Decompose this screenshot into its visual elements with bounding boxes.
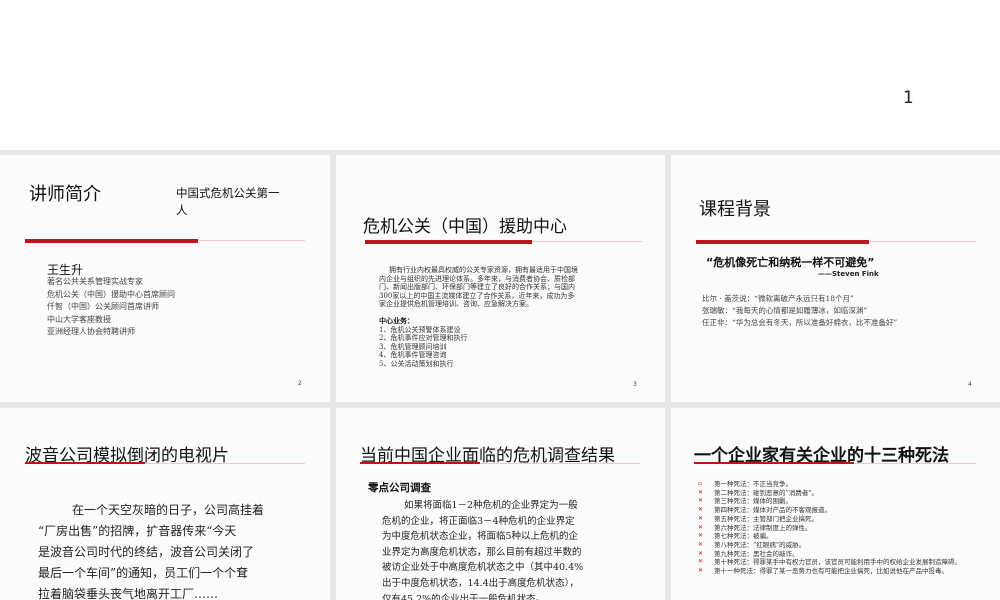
square-bullet-icon: ▫ <box>698 480 703 487</box>
quote: “危机像死亡和纳税一样不可避免” <box>706 256 875 269</box>
service-item: 2、危机事件应对管理和执行 <box>379 334 468 343</box>
quote-line: 张瑞敏：“我每天的心情都是如履薄冰，如临深渊” <box>702 306 868 315</box>
list-item: ▫ 第一种死法：不正当竞争。 <box>698 480 993 489</box>
item-text: 第一种死法：不正当竞争。 <box>714 480 792 488</box>
text-line: 内企业与组织的先进理论体系。多年来，与消费者协会、质检部 <box>379 274 575 283</box>
item-text: 第八种死法：“红眼病”的威胁。 <box>714 540 806 549</box>
death-list: ▫ 第一种死法：不正当竞争。 ✕ 第二种死法：碰到恶意的“消费者”。 ✕ 第三种死法：… <box>698 480 993 576</box>
text-line: 在一个天空灰暗的日子，公司高挂着 <box>72 503 265 517</box>
page-number: 1 <box>903 88 914 108</box>
service-item: 4、危机事件管理咨询 <box>379 351 447 360</box>
text-line: “厂房出售”的招牌，扩音器传来“今天 <box>38 524 237 538</box>
cross-bullet-icon: ✕ <box>698 506 704 514</box>
slide-title: 讲师简介 <box>29 184 101 205</box>
item-text: 第三种死法：媒体的围剿。 <box>714 497 792 506</box>
center-description: 拥有行业内权最具权威的公关专家资源，拥有最适用于中国境 内企业与组织的先进理论体… <box>379 266 578 369</box>
page-number: 2 <box>298 380 302 387</box>
text-line: 危机的企业，将正面临3－4种危机的企业界定 <box>382 515 575 527</box>
item-text: 第四种死法：媒体对产品的不客观报道。 <box>714 506 831 515</box>
item-text: 第七种死法：被骗。 <box>714 532 773 541</box>
text-line: 如果将面临1－2种危机的企业界定为一般 <box>404 500 578 511</box>
cross-bullet-icon: ✕ <box>698 497 704 505</box>
quote-line: 比尔 · 盖茨说：“微软离破产永远只有18个月” <box>702 294 854 303</box>
item-text: 第五种死法：主管部门把企业搞死。 <box>714 514 818 523</box>
list-item: ✕ 第六种死法：法律制度上的弹性。 <box>698 524 993 533</box>
credential: 危机公关（中国）援助中心首席顾问 <box>47 289 175 299</box>
list-item: ✕ 第八种死法：“红眼病”的威胁。 <box>698 541 993 550</box>
slide-body: 在一个天空灰暗的日子，公司高挂着 “厂房出售”的招牌，扩音器传来“今天 是波音公… <box>38 500 264 600</box>
text-line: 出于中度危机状态，14.4出于高度危机状态）， <box>382 577 579 589</box>
list-item: ✕ 第七种死法：被骗。 <box>698 532 993 541</box>
red-divider <box>360 462 480 464</box>
quote-line: 任正非：“华为总会有冬天，所以准备好棉衣，比不准备好” <box>702 318 898 327</box>
slide-title: 课程背景 <box>699 199 771 220</box>
text-line: 门、新闻出版部门、环保部门等建立了良好的合作关系；与国内 <box>379 283 575 292</box>
slide-5-thumbnail[interactable]: 波音公司模拟倒闭的电视片 在一个天空灰暗的日子，公司高挂着 “厂房出售”的招牌，… <box>0 408 330 600</box>
thin-divider <box>480 463 640 464</box>
list-item: ✕ 第三种死法：媒体的围剿。 <box>698 497 993 506</box>
cross-bullet-icon: ✕ <box>698 523 704 531</box>
text-line: 最后一个车间”的通知，员工们一个个耷 <box>38 566 249 580</box>
quote-author: ——Steven Fink <box>818 270 879 278</box>
slide-body: 如果将面临1－2种危机的企业界定为一般 危机的企业，将正面临3－4种危机的企业界… <box>382 498 583 600</box>
slide-title: 危机公关（中国）援助中心 <box>363 217 567 237</box>
cross-bullet-icon: ✕ <box>698 514 704 522</box>
credential: 中山大学客座教授 <box>47 314 111 324</box>
list-item: ✕ 第十种死法：得罪某手中有权力官员，该官员可能利用手中的权给企业发展制造障碍。 <box>698 558 993 567</box>
cross-bullet-icon: ✕ <box>698 540 704 548</box>
cross-bullet-icon: ✕ <box>698 532 704 540</box>
cross-bullet-icon: ✕ <box>698 488 704 496</box>
text-line: 拉着脑袋垂头丧气地离开工厂…… <box>38 587 219 600</box>
text-line: 拥有行业内权最具权威的公关专家资源，拥有最适用于中国境 <box>389 266 578 274</box>
thin-divider <box>532 241 642 242</box>
red-divider <box>694 462 854 464</box>
thin-divider <box>145 463 305 464</box>
list-item: ✕ 第五种死法：主管部门把企业搞死。 <box>698 515 993 524</box>
slide-4-thumbnail[interactable]: 课程背景 “危机像死亡和纳税一样不可避免” ——Steven Fink 比尔 ·… <box>671 155 1000 402</box>
slide-2-thumbnail[interactable]: 讲师简介 中国式危机公关第一人 王生升 著名公共关系管理实战专家 危机公关（中国… <box>0 155 330 402</box>
thin-divider <box>869 241 976 242</box>
text-line: 为中度危机状态企业，将面临5种以上危机的企 <box>382 531 579 543</box>
red-divider <box>25 462 145 464</box>
list-item: ✕ 第四种死法：媒体对产品的不客观报道。 <box>698 506 993 515</box>
page-number: 4 <box>968 381 972 388</box>
page-number: 3 <box>633 381 637 388</box>
service-item: 1、危机公关预警体系建设 <box>379 325 461 334</box>
item-text: 第六种死法：法律制度上的弹性。 <box>714 523 812 532</box>
credential: 著名公共关系管理实战专家 <box>47 277 143 286</box>
list-item: ✕ 第十一种死法：得罪了某一恶势力也有可能把企业搞死，比如说他在产品中投毒。 <box>698 567 993 576</box>
text-line: 家企业提供危机管理培训、咨询、应急解决方案。 <box>379 300 533 309</box>
credential: 亚洲经理人协会特聘讲师 <box>47 327 135 336</box>
cross-bullet-icon: ✕ <box>698 558 704 566</box>
cross-bullet-icon: ✕ <box>698 549 704 557</box>
credential: 仟智（中国）公关顾问首席讲师 <box>47 302 159 311</box>
text-line: 仅有45.2%的企业出于一般危机状态。 <box>382 593 546 600</box>
slide-subtitle: 中国式危机公关第一人 <box>176 186 280 217</box>
service-item: 5、公关活动策划和执行 <box>379 359 454 368</box>
item-text: 第十一种死法：得罪了某一恶势力也有可能把企业搞死，比如说他在产品中投毒。 <box>714 567 948 576</box>
red-divider <box>25 239 198 243</box>
text-line: 业界定为高度危机状态，那么目前有超过半数的 <box>382 546 582 558</box>
item-text: 第十种死法：得罪某手中有权力官员，该官员可能利用手中的权给企业发展制造障碍。 <box>714 558 961 567</box>
slide-1-thumbnail[interactable]: 1 <box>0 0 1000 150</box>
red-divider <box>365 240 532 244</box>
quotes-list: 比尔 · 盖茨说：“微软离破产永远只有18个月” 张瑞敏：“我每天的心情都是如履… <box>702 293 897 329</box>
red-divider <box>696 240 869 244</box>
slide-7-thumbnail[interactable]: 一个企业家有关企业的十三种死法 ▫ 第一种死法：不正当竞争。 ✕ 第二种死法：碰到恶… <box>671 408 1000 600</box>
thin-divider <box>854 463 976 464</box>
survey-heading: 零点公司调查 <box>368 482 431 494</box>
cross-bullet-icon: ✕ <box>698 567 704 575</box>
speaker-credentials: 著名公共关系管理实战专家 危机公关（中国）援助中心首席顾问 仟智（中国）公关顾问… <box>47 276 175 339</box>
slide-6-thumbnail[interactable]: 当前中国企业面临的危机调查结果 零点公司调查 如果将面临1－2种危机的企业界定为… <box>336 408 665 600</box>
slide-3-thumbnail[interactable]: 危机公关（中国）援助中心 拥有行业内权最具权威的公关专家资源，拥有最适用于中国境… <box>336 155 665 402</box>
thin-divider <box>198 240 305 241</box>
services-heading: 中心业务： <box>379 315 414 325</box>
text-line: 是波音公司时代的终结，波音公司关闭了 <box>38 545 255 559</box>
text-line: 被访企业处于中高度危机状态之中（其中40.4% <box>382 562 584 574</box>
